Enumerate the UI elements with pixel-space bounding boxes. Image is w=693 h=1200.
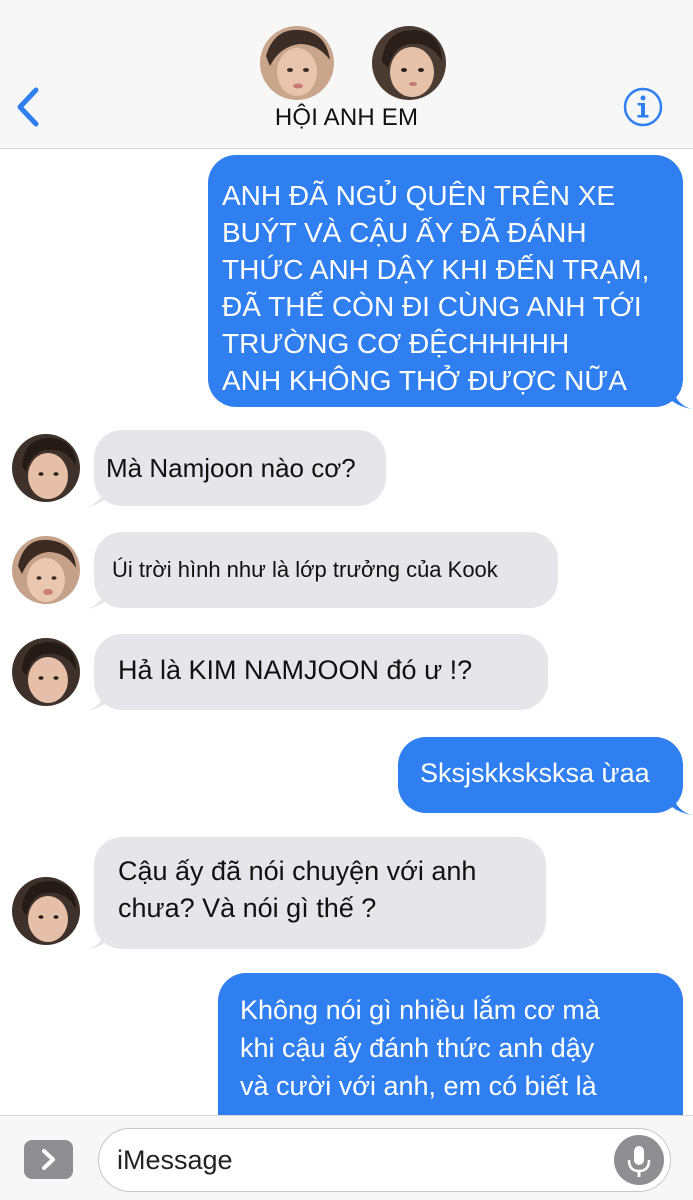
group-avatar-2[interactable] xyxy=(372,26,446,100)
bubble-tail xyxy=(86,689,106,711)
bubble-tail xyxy=(86,587,106,609)
message-bubble-incoming[interactable]: Hả là KIM NAMJOON đó ư !? xyxy=(94,634,548,710)
sender-avatar[interactable] xyxy=(12,638,80,706)
sender-avatar[interactable] xyxy=(12,536,80,604)
message-bubble-outgoing[interactable]: Sksjskksksksa ừaa xyxy=(398,737,683,813)
info-icon[interactable] xyxy=(622,86,664,128)
message-bubble-outgoing[interactable]: ANH ĐÃ NGỦ QUÊN TRÊN XE BUÝT VÀ CẬU ẤY Đ… xyxy=(208,155,683,407)
message-bubble-incoming[interactable]: Cậu ấy đã nói chuyện với anh chưa? Và nó… xyxy=(94,837,546,949)
message-bubble-outgoing[interactable]: Không nói gì nhiều lắm cơ mà khi cậu ấy … xyxy=(218,973,683,1115)
bubble-tail xyxy=(86,485,106,507)
group-avatar-1[interactable] xyxy=(260,26,334,100)
apps-button[interactable] xyxy=(24,1140,73,1179)
chevron-right-icon xyxy=(42,1149,55,1170)
sender-avatar[interactable] xyxy=(12,877,80,945)
sender-avatar[interactable] xyxy=(12,434,80,502)
compose-bar: iMessage xyxy=(0,1115,693,1200)
microphone-icon xyxy=(627,1146,651,1177)
message-input-placeholder: iMessage xyxy=(117,1145,233,1175)
message-list[interactable]: ANH ĐÃ NGỦ QUÊN TRÊN XE BUÝT VÀ CẬU ẤY Đ… xyxy=(0,149,693,1115)
message-input[interactable]: iMessage xyxy=(98,1128,671,1192)
conversation-title[interactable]: HỘI ANH EM xyxy=(0,104,693,132)
message-bubble-incoming[interactable]: Mà Namjoon nào cơ? xyxy=(94,430,386,506)
microphone-button[interactable] xyxy=(614,1135,664,1185)
conversation-header: HỘI ANH EM xyxy=(0,0,693,149)
bubble-tail xyxy=(672,793,692,815)
bubble-tail xyxy=(86,928,106,950)
bubble-tail xyxy=(672,387,692,409)
message-bubble-incoming[interactable]: Úi trời hình như là lớp trưởng của Kook xyxy=(94,532,558,608)
